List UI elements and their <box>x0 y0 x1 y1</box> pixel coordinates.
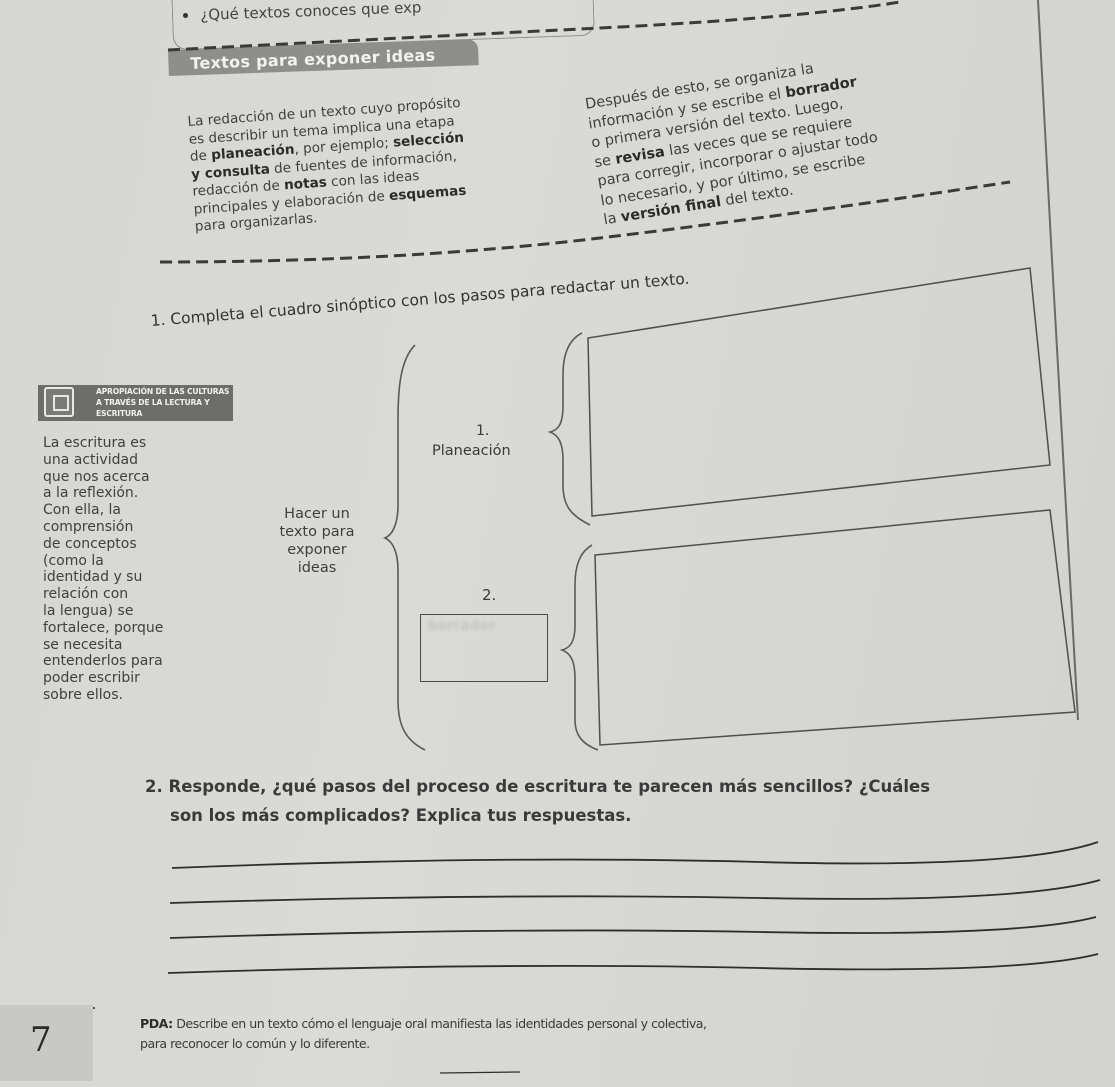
text-run: se <box>593 151 617 171</box>
activity1-prompt: 1. Completa el cuadro sinóptico con los … <box>150 269 690 330</box>
main-brace <box>382 344 426 751</box>
step2-erased-pencil: borrador <box>428 618 497 634</box>
bullet-icon <box>183 13 188 18</box>
book-screen-icon <box>44 387 74 417</box>
text-run: de <box>189 147 212 165</box>
page-number: 7 <box>30 1020 52 1060</box>
intro-paragraph-left: La redacción de un texto cuyo propósito e… <box>187 95 469 236</box>
workbook-page: ¿Qué textos conoces que exp Textos para … <box>0 0 1115 1087</box>
step1-label: Planeación <box>432 443 511 459</box>
intro-paragraph-right: Después de esto, se organiza la informaci… <box>584 52 885 231</box>
footer-underline <box>439 1071 521 1074</box>
answer-line-input-3[interactable] <box>180 915 1084 937</box>
step1-answer-input[interactable] <box>600 345 1034 509</box>
answer-line-input-2[interactable] <box>180 880 1084 902</box>
pda-label: PDA: <box>140 1016 173 1031</box>
synoptic-root-label: Hacer un texto para exponer ideas <box>279 506 355 576</box>
pda-footer: PDA: Describe en un texto cómo el lengua… <box>140 1014 707 1054</box>
answer-line-input-4[interactable] <box>180 950 1084 972</box>
bold-term: notas <box>283 174 328 194</box>
pda-text-line2: para reconocer lo común y lo diferente. <box>140 1036 370 1051</box>
step2-answer-input[interactable] <box>605 560 1059 739</box>
step1-brace <box>547 332 591 526</box>
badge-text: Apropiación de las culturas a través de … <box>96 387 230 418</box>
sidebar-note: La escritura es una actividad que nos ac… <box>43 435 164 703</box>
activity2-prompt-line1: 2. Responde, ¿qué pasos del proceso de e… <box>145 777 931 796</box>
step1-number: 1. <box>476 423 490 439</box>
step2-brace <box>559 544 599 751</box>
step2-number: 2. <box>482 586 497 604</box>
pda-text-line1: Describe en un texto cómo el lenguaje or… <box>172 1016 707 1031</box>
answer-line-input-1[interactable] <box>180 845 1084 867</box>
activity2-prompt-line2: son los más complicados? Explica tus res… <box>170 806 632 825</box>
